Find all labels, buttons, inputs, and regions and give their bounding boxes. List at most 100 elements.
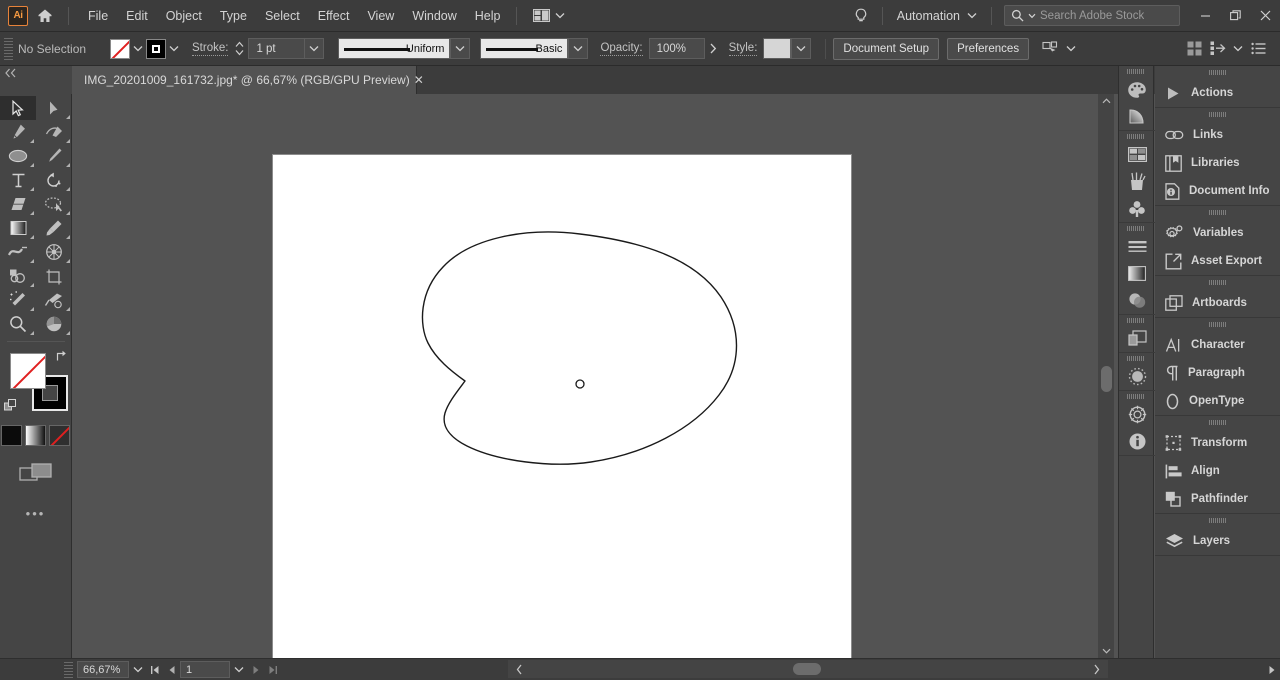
workspace-switcher[interactable]: Automation: [889, 5, 985, 27]
artboard[interactable]: [273, 155, 851, 664]
dock-gripper[interactable]: [1119, 353, 1153, 363]
canvas-area[interactable]: [72, 94, 1106, 664]
panel-align[interactable]: Align: [1155, 457, 1280, 485]
menu-view[interactable]: View: [358, 4, 403, 28]
align-icon[interactable]: [1206, 37, 1230, 61]
zoom-level-value[interactable]: 66,67%: [77, 661, 129, 678]
panel-pathfinder[interactable]: Pathfinder: [1155, 485, 1280, 513]
panel-gripper[interactable]: [1155, 108, 1280, 121]
horizontal-scroll-thumb[interactable]: [793, 663, 821, 675]
ellipse-tool[interactable]: [0, 144, 36, 168]
width-tool[interactable]: [0, 240, 36, 264]
artboard-tool[interactable]: [36, 264, 72, 288]
stroke-weight-chevron-down-icon[interactable]: [304, 38, 325, 59]
artboard-number-value[interactable]: 1: [180, 661, 230, 678]
navigator-panel-icon[interactable]: [1119, 401, 1155, 428]
menu-edit[interactable]: Edit: [117, 4, 157, 28]
panel-artboards[interactable]: Artboards: [1155, 289, 1280, 317]
close-icon[interactable]: ✕: [410, 73, 428, 87]
next-artboard-icon[interactable]: [247, 661, 264, 678]
gradient-panel-icon[interactable]: [1119, 260, 1155, 287]
stroke-chevron-down-icon[interactable]: [166, 39, 182, 59]
brush-definition-chevron-down-icon[interactable]: [568, 38, 589, 59]
eyedropper-tool[interactable]: [36, 216, 72, 240]
dock-gripper[interactable]: [1119, 223, 1153, 233]
edit-toolbar-icon[interactable]: •••: [0, 506, 71, 521]
lightbulb-icon[interactable]: [846, 7, 876, 25]
graphic-style-combo[interactable]: [763, 38, 812, 59]
rotate-tool[interactable]: [36, 168, 72, 192]
shape-builder-tool[interactable]: [0, 264, 36, 288]
vertical-scrollbar[interactable]: [1098, 94, 1114, 658]
stroke-black-swatch[interactable]: [146, 38, 166, 59]
home-icon[interactable]: [28, 0, 62, 32]
graph-tool[interactable]: [36, 312, 72, 336]
panel-character[interactable]: Character: [1155, 331, 1280, 359]
panel-actions[interactable]: Actions: [1155, 79, 1280, 107]
change-screen-mode-icon[interactable]: [0, 462, 71, 486]
none-mode-button[interactable]: [49, 425, 70, 446]
close-icon[interactable]: [1250, 0, 1280, 32]
panel-asset-export[interactable]: Asset Export: [1155, 247, 1280, 275]
panel-options-icon[interactable]: [1246, 37, 1270, 61]
panel-libraries[interactable]: Libraries: [1155, 149, 1280, 177]
control-bar-gripper[interactable]: [4, 37, 13, 60]
width-profile-combo[interactable]: Uniform: [338, 38, 471, 59]
scroll-up-icon[interactable]: [1098, 94, 1114, 108]
perspective-grid-tool[interactable]: [36, 240, 72, 264]
horizontal-scrollbar[interactable]: [508, 660, 1108, 678]
search-input[interactable]: Search Adobe Stock: [1004, 5, 1180, 26]
dock-gripper[interactable]: [1119, 315, 1153, 325]
panel-opentype[interactable]: OpenType: [1155, 387, 1280, 415]
fill-chevron-down-icon[interactable]: [130, 39, 146, 59]
panel-paragraph[interactable]: Paragraph: [1155, 359, 1280, 387]
status-menu-icon[interactable]: [1263, 661, 1280, 678]
graphic-style-swatch[interactable]: [763, 38, 792, 59]
menu-window[interactable]: Window: [403, 4, 465, 28]
transparency-panel-icon[interactable]: [1119, 287, 1155, 314]
preferences-button[interactable]: Preferences: [947, 37, 1030, 60]
brush-definition-combo[interactable]: Basic: [480, 38, 589, 59]
menu-select[interactable]: Select: [256, 4, 309, 28]
panel-gripper[interactable]: [1155, 514, 1280, 527]
select-similar-chevron-down-icon[interactable]: [1063, 39, 1079, 59]
graphic-style-chevron-down-icon[interactable]: [791, 38, 812, 59]
zoom-tool[interactable]: [0, 312, 36, 336]
scroll-right-icon[interactable]: [1088, 661, 1105, 678]
stroke-weight-stepper[interactable]: [235, 41, 244, 56]
panel-document-info[interactable]: Document Info: [1155, 177, 1280, 205]
panel-gripper[interactable]: [1155, 66, 1280, 79]
eraser-tool[interactable]: [0, 192, 36, 216]
opacity-value[interactable]: 100%: [648, 38, 705, 59]
dock-gripper[interactable]: [1119, 391, 1153, 401]
menu-object[interactable]: Object: [157, 4, 211, 28]
panel-links[interactable]: Links: [1155, 121, 1280, 149]
slice-tool[interactable]: [36, 288, 72, 312]
magic-wand-tool[interactable]: [0, 288, 36, 312]
last-artboard-icon[interactable]: [264, 661, 281, 678]
layers-thumbnail-panel-icon[interactable]: [1119, 325, 1155, 352]
minimize-icon[interactable]: [1190, 0, 1220, 32]
curvature-tool[interactable]: [36, 120, 72, 144]
symbols-panel-icon[interactable]: [1119, 195, 1155, 222]
panel-gripper[interactable]: [1155, 276, 1280, 289]
previous-artboard-icon[interactable]: [163, 661, 180, 678]
align-chevron-down-icon[interactable]: [1230, 39, 1246, 59]
brushes-panel-icon[interactable]: [1119, 168, 1155, 195]
arrange-grid-icon[interactable]: [1182, 37, 1206, 61]
scroll-down-icon[interactable]: [1098, 644, 1114, 658]
pen-tool[interactable]: [0, 120, 36, 144]
panel-gripper[interactable]: [1155, 206, 1280, 219]
arrange-documents-icon[interactable]: [527, 5, 571, 26]
selection-tool[interactable]: [0, 96, 36, 120]
toolbar-collapse-button[interactable]: [0, 66, 72, 94]
document-info-panel-icon[interactable]: [1119, 428, 1155, 455]
gradient-mode-button[interactable]: [25, 425, 46, 446]
shaper-tool[interactable]: [36, 192, 72, 216]
paintbrush-tool[interactable]: [36, 144, 72, 168]
panel-gripper[interactable]: [1155, 318, 1280, 331]
width-profile-value[interactable]: Uniform: [338, 38, 451, 59]
menu-file[interactable]: File: [79, 4, 117, 28]
type-tool[interactable]: [0, 168, 36, 192]
stroke-weight-value[interactable]: 1 pt: [248, 38, 305, 59]
